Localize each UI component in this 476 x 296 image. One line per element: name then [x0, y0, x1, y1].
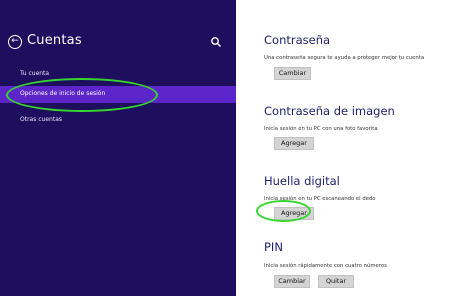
section-description: Inicia sesión en tu PC escaneando el ded…	[264, 196, 376, 202]
section-title-pin: PIN	[264, 240, 283, 254]
sidebar-item-label: Opciones de inicio de sesión	[20, 90, 106, 97]
sidebar-item-otras-cuentas[interactable]: Otras cuentas	[20, 116, 62, 123]
back-arrow-icon[interactable]: ←	[8, 35, 22, 49]
sidebar-item-opciones-inicio-sesion[interactable]: Opciones de inicio de sesión	[0, 86, 236, 103]
search-icon[interactable]	[210, 36, 222, 48]
agregar-huella-button[interactable]: Agregar	[274, 207, 314, 220]
section-title-huella-digital: Huella digital	[264, 174, 340, 188]
section-description: Una contraseña segura te ayuda a protege…	[264, 55, 425, 61]
sidebar-title: Cuentas	[27, 33, 82, 48]
sidebar-item-tu-cuenta[interactable]: Tu cuenta	[20, 70, 49, 77]
section-title-contrasena: Contraseña	[264, 33, 331, 47]
agregar-imagen-button[interactable]: Agregar	[274, 137, 314, 150]
sidebar-item-label: Otras cuentas	[20, 116, 63, 123]
sidebar-item-label: Tu cuenta	[20, 70, 50, 77]
section-description: Inicia sesión rápidamente con cuatro núm…	[264, 263, 387, 269]
sidebar: ← Cuentas Tu cuenta Opciones de inicio d…	[0, 0, 236, 296]
cambiar-pin-button[interactable]: Cambiar	[274, 275, 310, 288]
section-title-contrasena-imagen: Contraseña de imagen	[264, 104, 395, 118]
cambiar-contrasena-button[interactable]: Cambiar	[274, 67, 311, 80]
quitar-pin-button[interactable]: Quitar	[318, 275, 354, 288]
section-description: Inicia sesión en tu PC con una foto favo…	[264, 126, 378, 132]
main-content: Contraseña Una contraseña segura te ayud…	[236, 0, 476, 296]
